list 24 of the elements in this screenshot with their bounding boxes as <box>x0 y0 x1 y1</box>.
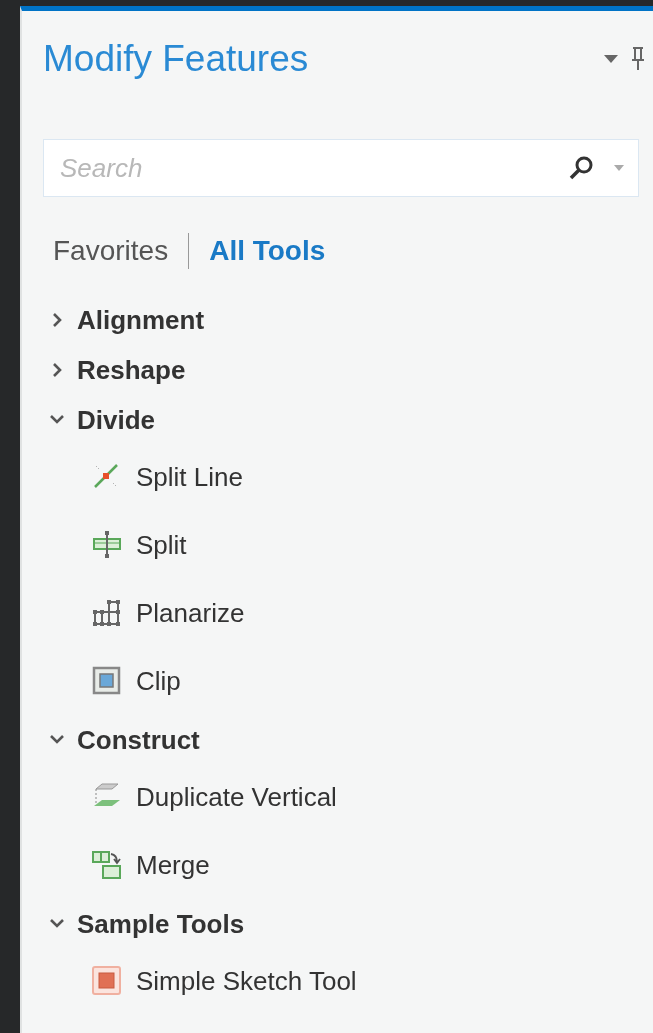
square-icon[interactable] <box>92 966 122 996</box>
pin-icon[interactable] <box>631 47 645 71</box>
tool-item[interactable]: Split <box>136 529 187 561</box>
grid-icon[interactable] <box>92 598 122 628</box>
split-icon[interactable] <box>92 530 122 560</box>
search-icon[interactable] <box>567 154 595 182</box>
tool-item[interactable]: Simple Sketch Tool <box>136 965 357 997</box>
group-header[interactable]: Sample Tools <box>77 908 245 940</box>
pane-title: Modify Features <box>43 38 309 80</box>
tool-item[interactable]: Duplicate Vertical <box>136 781 337 813</box>
group-header[interactable]: Reshape <box>77 354 186 386</box>
clip-icon[interactable] <box>92 666 122 696</box>
caret-icon[interactable] <box>603 54 619 64</box>
group-header[interactable]: Construct <box>77 724 200 756</box>
tab[interactable]: Favorites <box>53 235 169 267</box>
tool-item[interactable]: Merge <box>136 849 210 881</box>
search-field[interactable]: Search <box>43 139 639 197</box>
tool-item[interactable]: Split Line <box>136 461 243 493</box>
tool-item[interactable]: Planarize <box>136 597 245 629</box>
tab[interactable]: All Tools <box>209 235 326 267</box>
group-header[interactable]: Alignment <box>77 304 205 336</box>
tool-item[interactable]: Clip <box>136 665 181 697</box>
merge-icon[interactable] <box>92 850 122 880</box>
group-header[interactable]: Divide <box>77 404 156 436</box>
